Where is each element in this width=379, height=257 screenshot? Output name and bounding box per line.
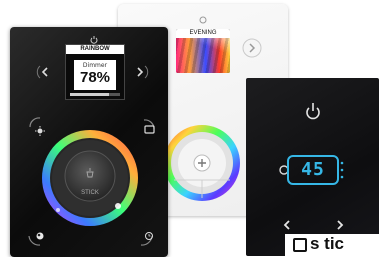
arrow-left-icon <box>283 220 290 230</box>
arrow-right-icon <box>337 220 344 230</box>
temperature-step-indicator <box>340 161 344 179</box>
logo-text: s tic <box>310 234 345 253</box>
temperature-value: 45 <box>301 159 325 180</box>
logo-mark-icon <box>293 238 307 252</box>
thermostat-left-button[interactable] <box>283 220 290 230</box>
thermostat-power-button[interactable] <box>306 103 320 120</box>
brand-logo: s tic <box>285 234 379 256</box>
thermostat-right-button[interactable] <box>337 220 344 230</box>
